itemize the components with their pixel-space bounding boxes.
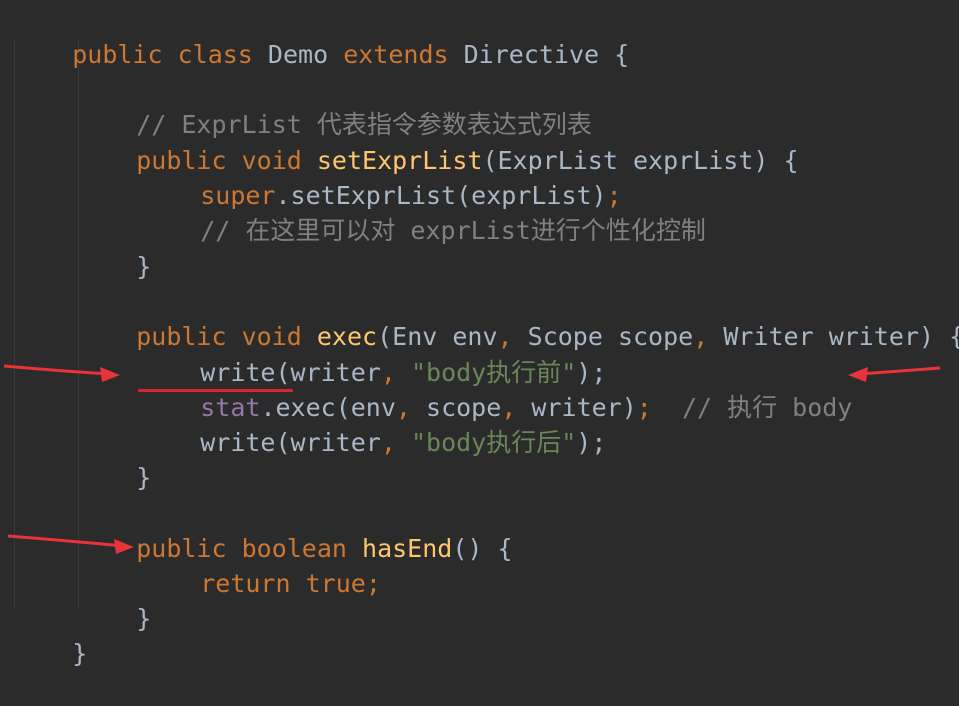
annotation-arrows bbox=[3, 364, 941, 554]
close-brace: } bbox=[72, 639, 88, 668]
left-arrow-icon bbox=[7, 534, 134, 554]
left-arrow-icon bbox=[3, 364, 120, 382]
code-editor[interactable]: public class Demo extends Directive { //… bbox=[0, 0, 959, 668]
right-arrow-icon bbox=[848, 366, 941, 382]
